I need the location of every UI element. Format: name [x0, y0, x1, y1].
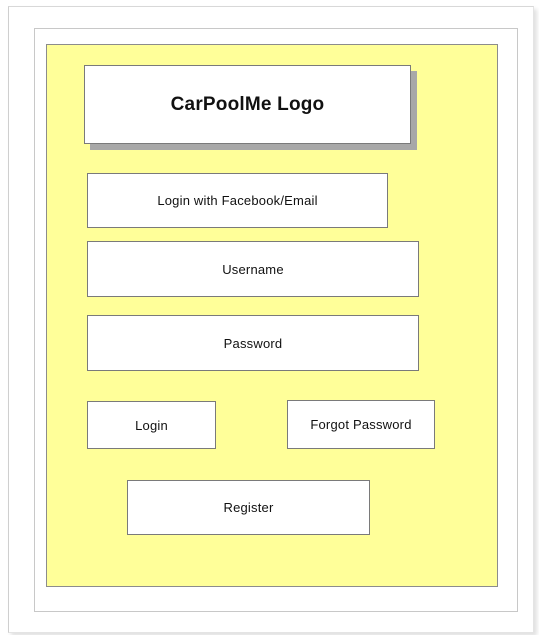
password-field-label: Password [223, 335, 283, 351]
register-button-label: Register [223, 500, 274, 515]
login-button-label: Login [135, 417, 168, 433]
forgot-password-button[interactable]: Forgot Password [287, 400, 435, 449]
app-logo: CarPoolMe Logo [84, 65, 411, 144]
forgot-password-button-label: Forgot Password [310, 417, 412, 432]
login-with-facebook-email-label: Login with Facebook/Email [157, 193, 318, 208]
login-with-facebook-email-button[interactable]: Login with Facebook/Email [87, 173, 388, 228]
app-logo-label: CarPoolMe Logo [170, 93, 325, 115]
password-field[interactable]: Password [87, 315, 419, 371]
username-field[interactable]: Username [87, 241, 419, 297]
username-field-label: Username [222, 261, 284, 277]
register-button[interactable]: Register [127, 480, 370, 535]
login-button[interactable]: Login [87, 401, 216, 449]
